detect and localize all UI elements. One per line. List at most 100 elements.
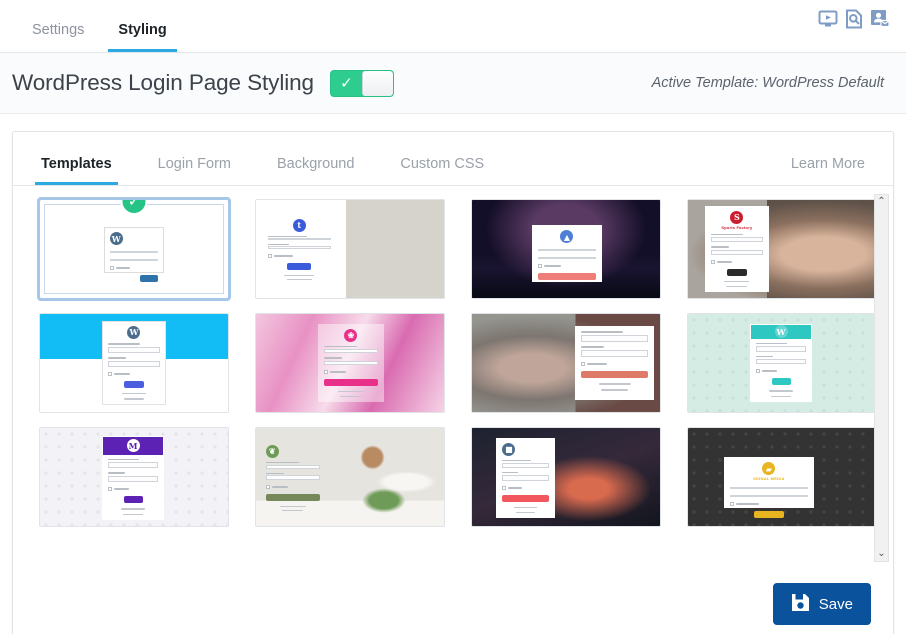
template-logo-row: ■ [502, 442, 548, 456]
template-field-input [710, 237, 763, 243]
template-remember-label [716, 260, 733, 263]
template-card-wordpress-default[interactable]: W ✓ [37, 197, 231, 301]
template-card-split-keyboard[interactable]: t [255, 199, 445, 299]
panel-tab-background[interactable]: Background [271, 156, 360, 186]
template-login-card: W [103, 227, 165, 282]
template-preview-mint-pattern: W [688, 314, 876, 412]
template-field-input [108, 346, 160, 353]
template-preview-signal-media: ▰ SIGNAL MEDIA [688, 428, 876, 526]
contact-support-icon[interactable] [870, 9, 890, 29]
video-tutorial-icon[interactable] [818, 9, 838, 29]
template-field-input [324, 348, 378, 354]
floppy-disk-icon [791, 593, 810, 616]
styling-enable-toggle[interactable]: ✓ [329, 69, 394, 97]
template-field-input [581, 349, 649, 357]
template-remember-row [756, 369, 806, 374]
documentation-search-icon[interactable] [844, 9, 864, 29]
template-preview-sports-factory: S Sports Factory [688, 200, 876, 298]
template-login-card: W [102, 320, 166, 406]
template-back-to-site-link [281, 510, 304, 512]
template-card-signal-media[interactable]: ▰ SIGNAL MEDIA [687, 427, 877, 527]
toggle-knob [361, 70, 393, 96]
template-back-to-site-link [123, 513, 144, 516]
template-submit-row [711, 268, 763, 276]
template-login-card [575, 325, 655, 401]
template-field-input [265, 475, 320, 480]
template-remember-label [587, 362, 608, 365]
template-field-input [756, 346, 807, 352]
template-preview-purple-header: M [40, 428, 228, 526]
template-field-input [267, 237, 331, 241]
toggle-check-icon: ✓ [340, 74, 353, 92]
template-remember-row [502, 485, 548, 490]
panel-tab-login-form[interactable]: Login Form [152, 156, 237, 186]
template-card-night-sky[interactable]: ▲ [471, 199, 661, 299]
template-card-pink-marble[interactable]: ❀ [255, 313, 445, 413]
panel-tab-custom-css[interactable]: Custom CSS [394, 156, 490, 186]
template-card-city-night[interactable]: ■ [471, 427, 661, 527]
template-card-purple-header[interactable]: M [39, 427, 229, 527]
template-brand-logo: S [730, 210, 744, 224]
template-field-input [729, 495, 808, 498]
template-login-button [324, 379, 378, 387]
template-card-mint-pattern[interactable]: W [687, 313, 877, 413]
template-lost-password-link [338, 391, 364, 393]
template-login-button [139, 275, 159, 282]
save-button[interactable]: Save [772, 583, 871, 625]
template-submit-row [268, 262, 331, 270]
panel-tab-templates[interactable]: Templates [35, 156, 118, 185]
template-remember-label [330, 371, 347, 374]
template-login-button [753, 511, 784, 519]
template-remember-checkbox [729, 502, 734, 507]
template-back-to-site-link [726, 285, 748, 288]
template-field-input [108, 360, 160, 367]
template-preview-split-keyboard: t [256, 200, 444, 298]
template-lost-password-link [121, 392, 147, 395]
scroll-up-icon[interactable]: ⌃ [877, 195, 885, 209]
template-grid-scrollbar[interactable]: ⌃ ⌄ [874, 194, 889, 562]
template-remember-row [108, 486, 158, 491]
template-grid-region: W ✓ t ▲ S Sports Factory W ❀ W M ❦ ■ ▰ SIGNAL MEDIA ⌃… [13, 186, 893, 568]
template-submit-row [502, 494, 549, 502]
template-card-woman-laptop[interactable] [471, 313, 661, 413]
template-field-label [756, 355, 774, 358]
page-header: WordPress Login Page Styling ✓ Active Te… [0, 53, 906, 114]
styling-panel: Templates Login Form Background Custom C… [12, 131, 894, 634]
template-remember-label [544, 265, 562, 268]
template-remember-row [267, 253, 331, 258]
tab-settings[interactable]: Settings [22, 22, 94, 53]
template-field-label [108, 356, 126, 359]
template-remember-checkbox [267, 253, 272, 258]
template-field-input [267, 246, 331, 249]
template-submit-row [108, 495, 158, 503]
template-brand-logo: ❀ [344, 328, 358, 342]
template-brand-logo: M [126, 439, 140, 453]
template-submit-row [538, 273, 596, 281]
template-card-cyan-band[interactable]: W [39, 313, 229, 413]
template-preview-night-sky: ▲ [472, 200, 660, 298]
template-field-input [538, 249, 596, 252]
template-submit-row [581, 370, 649, 378]
template-remember-checkbox [581, 361, 586, 366]
template-preview-minimal-interior: ❦ [256, 428, 444, 526]
template-submit-row [110, 275, 159, 282]
scroll-down-icon[interactable]: ⌄ [877, 547, 885, 561]
save-button-label: Save [818, 595, 853, 613]
template-preview-city-night: ■ [472, 428, 660, 526]
template-logo-row: ❦ [265, 444, 320, 458]
template-field-label [581, 345, 605, 348]
template-field-input [109, 259, 159, 261]
template-card-minimal-interior[interactable]: ❦ [255, 427, 445, 527]
tab-styling[interactable]: Styling [108, 22, 177, 52]
template-card-sports-factory[interactable]: S Sports Factory [687, 199, 877, 299]
template-field-input [502, 463, 549, 469]
top-tab-list: Settings Styling [0, 22, 191, 53]
template-submit-row [324, 379, 378, 387]
learn-more-link[interactable]: Learn More [785, 156, 871, 186]
template-logo-row: W [109, 232, 159, 245]
template-remember-label [508, 486, 523, 489]
template-preview-cyan-band: W [40, 314, 228, 412]
template-field-label [502, 459, 532, 462]
template-grid: W ✓ t ▲ S Sports Factory W ❀ W M ❦ ■ ▰ SIGNAL MEDIA [13, 197, 893, 527]
template-brand-logo: W [127, 325, 141, 339]
